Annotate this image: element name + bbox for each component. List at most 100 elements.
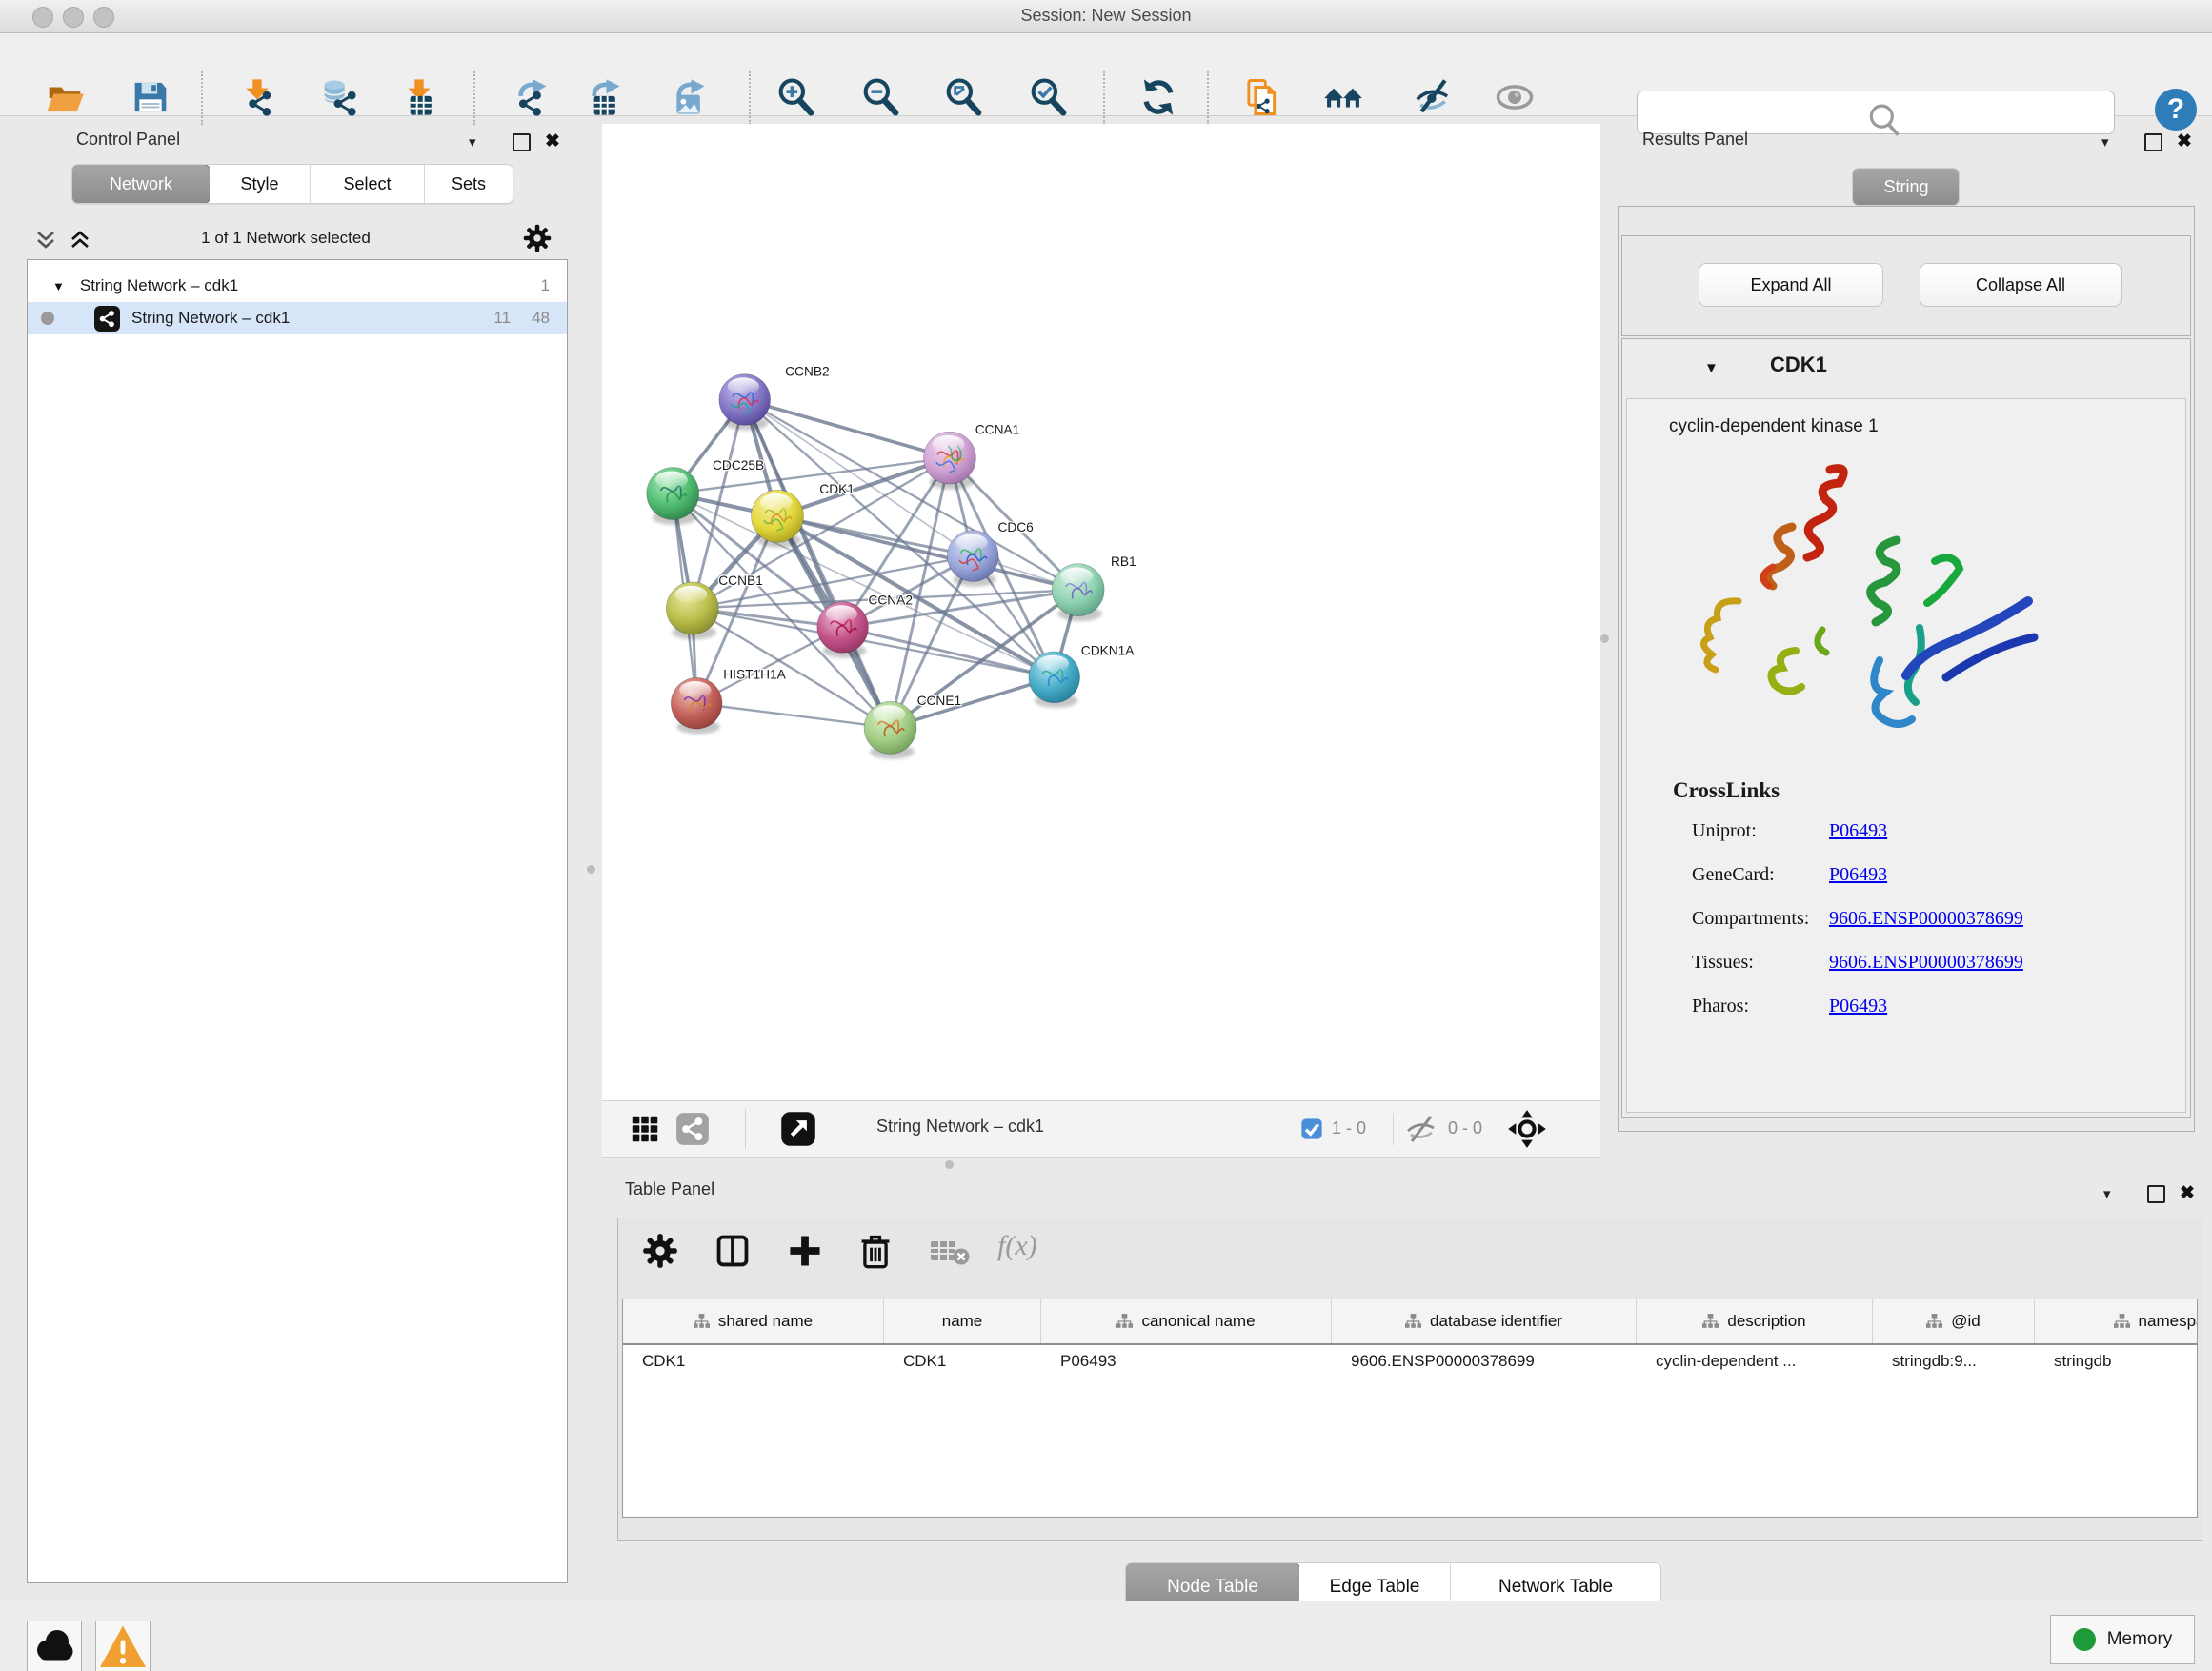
crosslink-genecard-link[interactable]: P06493 xyxy=(1829,864,1887,886)
save-session-button[interactable] xyxy=(131,77,171,117)
hidden-eye-icon[interactable] xyxy=(1404,1115,1438,1143)
network-edge[interactable] xyxy=(745,399,1078,590)
selected-checkbox-icon[interactable] xyxy=(1300,1117,1323,1140)
crosslink-uniprot-link[interactable]: P06493 xyxy=(1829,820,1887,842)
network-node-HIST1H1A[interactable]: HIST1H1A xyxy=(671,668,786,735)
refresh-button[interactable] xyxy=(1138,77,1178,117)
tab-style[interactable]: Style xyxy=(210,165,311,203)
open-in-window-icon[interactable] xyxy=(779,1110,817,1148)
table-gear-icon[interactable] xyxy=(641,1232,679,1270)
string-badge-gray-icon[interactable] xyxy=(674,1111,711,1147)
crosslink-label: Pharos: xyxy=(1692,996,1749,1017)
control-panel-collapse-icon[interactable]: ▾ xyxy=(469,133,476,151)
network-edge[interactable] xyxy=(696,703,890,728)
crosslink-pharos-link[interactable]: P06493 xyxy=(1829,996,1887,1017)
table-cell[interactable]: CDK1 xyxy=(884,1345,1041,1378)
node-label-CDKN1A: CDKN1A xyxy=(1081,644,1136,658)
network-edge[interactable] xyxy=(843,627,1055,676)
column-header-namespace[interactable]: namespace xyxy=(2035,1299,2198,1343)
column-header-shared-name[interactable]: shared name xyxy=(623,1299,884,1343)
network-collection-row[interactable]: ▼ String Network – cdk1 1 xyxy=(28,270,567,302)
column-label: name xyxy=(942,1312,983,1331)
results-panel-close-icon[interactable]: ✖ xyxy=(2177,131,2192,152)
tab-string[interactable]: String xyxy=(1852,168,1960,206)
clone-network-button[interactable] xyxy=(1243,77,1283,117)
network-node-CCNA1[interactable]: CCNA1 xyxy=(923,423,1019,490)
chevron-double-up-icon[interactable] xyxy=(69,229,91,252)
table-panel-title: Table Panel xyxy=(625,1179,714,1199)
control-panel-float-icon[interactable] xyxy=(513,133,531,151)
delete-column-icon[interactable] xyxy=(856,1232,895,1270)
network-edge[interactable] xyxy=(745,399,950,457)
hide-selected-button[interactable] xyxy=(1413,77,1453,117)
gene-collapse-icon[interactable]: ▼ xyxy=(1704,360,1719,376)
warnings-button[interactable] xyxy=(95,1621,151,1671)
birdseye-navigator-icon[interactable] xyxy=(1507,1109,1547,1149)
toolbar-separator xyxy=(473,71,475,125)
table-panel-float-icon[interactable] xyxy=(2147,1185,2165,1203)
main-toolbar: ? xyxy=(0,33,2212,116)
export-image-button[interactable] xyxy=(668,77,708,117)
horizontal-splitter-handle[interactable] xyxy=(945,1160,954,1169)
tab-network[interactable]: Network xyxy=(71,164,211,204)
table-cell[interactable]: stringdb:9... xyxy=(1873,1345,2035,1378)
chevron-double-down-icon[interactable] xyxy=(34,229,57,252)
network-edge[interactable] xyxy=(693,608,1055,676)
show-columns-icon[interactable] xyxy=(714,1232,752,1270)
first-neighbors-button[interactable] xyxy=(1323,77,1363,117)
open-session-button[interactable] xyxy=(45,77,85,117)
column-header-name[interactable]: name xyxy=(884,1299,1041,1343)
column-header-database-identifier[interactable]: database identifier xyxy=(1332,1299,1637,1343)
results-panel-float-icon[interactable] xyxy=(2144,133,2162,151)
hidden-count: 0 - 0 xyxy=(1448,1118,1482,1138)
table-cell[interactable]: 9606.ENSP00000378699 xyxy=(1332,1345,1637,1378)
tab-select[interactable]: Select xyxy=(311,165,425,203)
crosslink-compartments-link[interactable]: 9606.ENSP00000378699 xyxy=(1829,908,2023,930)
table-panel-close-icon[interactable]: ✖ xyxy=(2180,1182,2195,1204)
network-node-RB1[interactable]: RB1 xyxy=(1052,554,1136,621)
crosslink-tissues-link[interactable]: 9606.ENSP00000378699 xyxy=(1829,952,2023,974)
import-table-button[interactable] xyxy=(399,77,439,117)
network-node-CDC25B[interactable]: CDC25B xyxy=(647,458,764,525)
network-canvas[interactable]: CCNB2CCNA1CDC25BCDK1CDC6RB1CCNB1CCNA2CDK… xyxy=(602,124,1600,1100)
search-input[interactable] xyxy=(1637,91,2115,134)
table-row[interactable]: CDK1CDK1P064939606.ENSP00000378699cyclin… xyxy=(623,1345,2198,1378)
column-header-description[interactable]: description xyxy=(1637,1299,1873,1343)
vertical-splitter-handle[interactable] xyxy=(1600,634,1609,643)
import-network-from-database-button[interactable] xyxy=(320,77,360,117)
add-column-icon[interactable] xyxy=(786,1232,824,1270)
zoom-out-button[interactable] xyxy=(861,77,901,117)
table-cell[interactable]: cyclin-dependent ... xyxy=(1637,1345,1873,1378)
column-header--id[interactable]: @id xyxy=(1873,1299,2035,1343)
control-panel-close-icon[interactable]: ✖ xyxy=(545,131,560,152)
export-table-button[interactable] xyxy=(583,77,623,117)
network-row-selected[interactable]: String Network – cdk1 11 48 xyxy=(28,302,567,334)
cloud-status-button[interactable] xyxy=(27,1621,82,1671)
tab-sets[interactable]: Sets xyxy=(425,165,513,203)
memory-button[interactable]: Memory xyxy=(2050,1615,2195,1664)
tree-hierarchy-icon xyxy=(1116,1314,1133,1329)
show-hidden-button[interactable] xyxy=(1495,77,1535,117)
help-button[interactable]: ? xyxy=(2155,89,2197,131)
export-network-button[interactable] xyxy=(510,77,550,117)
expand-all-button[interactable]: Expand All xyxy=(1699,263,1883,307)
zoom-fit-content-button[interactable] xyxy=(944,77,984,117)
zoom-in-button[interactable] xyxy=(776,77,816,117)
collapse-all-button[interactable]: Collapse All xyxy=(1920,263,2122,307)
column-label: @id xyxy=(1951,1312,1981,1331)
table-cell[interactable]: P06493 xyxy=(1041,1345,1332,1378)
import-network-button[interactable] xyxy=(237,77,277,117)
grid-view-icon[interactable] xyxy=(629,1113,661,1145)
vertical-splitter-handle[interactable] xyxy=(587,865,595,874)
zoom-selected-button[interactable] xyxy=(1029,77,1069,117)
gene-description: cyclin-dependent kinase 1 xyxy=(1669,416,1879,437)
gene-section: ▼ CDK1 cyclin-dependent kinase 1 xyxy=(1621,338,2191,1118)
network-panel-gear-icon[interactable] xyxy=(522,223,553,253)
column-header-canonical-name[interactable]: canonical name xyxy=(1041,1299,1332,1343)
results-panel-collapse-icon[interactable]: ▾ xyxy=(2101,133,2109,151)
table-cell[interactable]: stringdb xyxy=(2035,1345,2198,1378)
table-panel-collapse-icon[interactable]: ▾ xyxy=(2103,1185,2111,1202)
network-node-CDKN1A[interactable]: CDKN1A xyxy=(1029,644,1135,708)
collection-expand-icon[interactable]: ▼ xyxy=(52,279,65,293)
table-cell[interactable]: CDK1 xyxy=(623,1345,884,1378)
